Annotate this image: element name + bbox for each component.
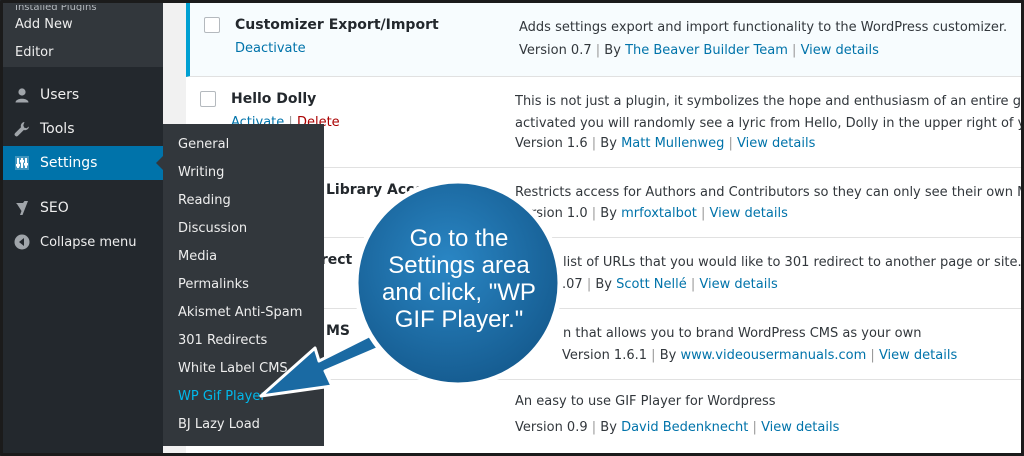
plugin-description: This is not just a plugin, it symbolizes… [515,91,1021,135]
by-label: By [659,348,677,363]
collapse-menu-button[interactable]: Collapse menu [3,225,163,259]
plugin-description: n that allows you to brand WordPress CMS… [563,326,922,341]
yoast-icon [13,199,31,217]
separator: | [591,136,597,151]
settings-icon [13,154,31,172]
view-details-link[interactable]: View details [879,348,957,363]
plugins-submenu: Installed Plugins Add New Editor [3,3,163,67]
view-details-link[interactable]: View details [761,420,839,435]
settings-discussion-link[interactable]: Discussion [163,215,324,243]
settings-media-link[interactable]: Media [163,243,324,271]
editor-link[interactable]: Editor [3,39,163,67]
settings-writing-link[interactable]: Writing [163,159,324,187]
plugin-version: Version 0.9 [515,420,588,435]
plugin-name: Customizer Export/Import [235,17,439,33]
callout-line-2: Settings area [388,252,530,279]
by-label: By [600,420,617,435]
add-new-link[interactable]: Add New [3,11,163,39]
separator: | [728,136,733,151]
plugin-meta: Version 1.6.1 | By www.videousermanuals.… [562,348,957,363]
settings-bj-lazy-load-link[interactable]: BJ Lazy Load [163,411,324,439]
separator: | [591,420,597,435]
plugin-meta: .07 | By Scott Nellé | View details [562,277,778,292]
callout-line-4: GIF Player." [394,306,524,333]
by-label: By [600,136,617,151]
callout-line-3: and click, "WP [382,279,536,306]
separator: | [752,420,757,435]
settings-akismet-link[interactable]: Akismet Anti-Spam [163,299,324,327]
plugin-meta: Version 0.9 | By David Bedenknecht | Vie… [515,420,839,435]
settings-general-link[interactable]: General [163,131,324,159]
plugin-checkbox[interactable] [200,91,216,107]
view-details-link[interactable]: View details [710,206,788,221]
menu-item-users-label: Users [40,87,80,103]
plugin-row-customizer-export-import: Customizer Export/Import Deactivate Adds… [186,3,1021,77]
separator: | [651,348,656,363]
collapse-menu-label: Collapse menu [40,234,137,250]
separator: | [701,206,706,221]
plugin-author-link[interactable]: The Beaver Builder Team [625,43,788,58]
separator: | [595,43,601,58]
view-details-link[interactable]: View details [699,277,777,292]
settings-301-redirects-link[interactable]: 301 Redirects [163,327,324,355]
plugin-author-link[interactable]: David Bedenknecht [621,420,748,435]
plugin-description: An easy to use GIF Player for Wordpress [515,394,776,409]
plugin-name: Hello Dolly [231,91,317,107]
plugin-name: Library Access [326,182,441,198]
plugin-actions: Deactivate [235,41,306,56]
by-label: By [600,206,617,221]
plugin-author-link[interactable]: mrfoxtalbot [621,206,697,221]
plugin-name: MS [326,323,351,339]
settings-wp-gif-player-link[interactable]: WP Gif Player [163,383,324,411]
wrench-icon [13,120,31,138]
plugin-version: Version 0.7 [519,43,592,58]
separator: | [591,206,597,221]
view-details-link[interactable]: View details [801,43,879,58]
callout-line-1: Go to the [409,225,509,252]
by-label: By [604,43,621,58]
plugin-author-link[interactable]: www.videousermanuals.com [680,348,866,363]
plugin-version: Version 1.6 [515,136,588,151]
plugin-version: .07 [562,277,583,292]
screenshot-frame: Installed Plugins Add New Editor Users T… [0,0,1024,456]
menu-item-seo-label: SEO [40,200,69,216]
menu-item-seo[interactable]: SEO [3,191,163,225]
plugin-description: Adds settings export and import function… [519,20,1008,35]
description-line-1: This is not just a plugin, it symbolizes… [515,94,1021,109]
menu-item-tools-label: Tools [40,121,75,137]
plugin-description: list of URLs that you would like to 301 … [563,255,1022,270]
view-details-link[interactable]: View details [737,136,815,151]
plugin-author-link[interactable]: Matt Mullenweg [621,136,724,151]
settings-reading-link[interactable]: Reading [163,187,324,215]
deactivate-link[interactable]: Deactivate [235,41,306,56]
settings-flyout-menu: General Writing Reading Discussion Media… [163,124,324,446]
users-icon [13,86,31,104]
callout-text: Go to the Settings area and click, "WP G… [359,225,559,333]
by-label: By [595,277,612,292]
separator: | [870,348,875,363]
menu-item-tools[interactable]: Tools [3,112,163,146]
plugin-version: Version 1.0 [515,206,588,221]
settings-permalinks-link[interactable]: Permalinks [163,271,324,299]
separator: | [792,43,797,58]
description-line-2: activated you will randomly see a lyric … [515,116,1021,131]
plugin-meta: Version 1.6 | By Matt Mullenweg | View d… [515,136,815,151]
separator: | [690,277,696,292]
plugin-version: Version 1.6.1 [562,348,648,363]
menu-item-users[interactable]: Users [3,78,163,112]
menu-item-settings-label: Settings [40,155,98,171]
plugin-description: Restricts access for Authors and Contrib… [515,185,1021,200]
separator: | [586,277,592,292]
admin-sidebar: Installed Plugins Add New Editor Users T… [3,3,164,453]
plugin-meta: Version 1.0 | By mrfoxtalbot | View deta… [515,206,788,221]
menu-item-settings[interactable]: Settings [3,146,164,180]
collapse-icon [13,233,31,251]
plugin-checkbox[interactable] [204,17,220,33]
settings-white-label-cms-link[interactable]: White Label CMS [163,355,324,383]
plugin-author-link[interactable]: Scott Nellé [616,277,687,292]
plugin-meta: Version 0.7 | By The Beaver Builder Team… [519,43,879,58]
